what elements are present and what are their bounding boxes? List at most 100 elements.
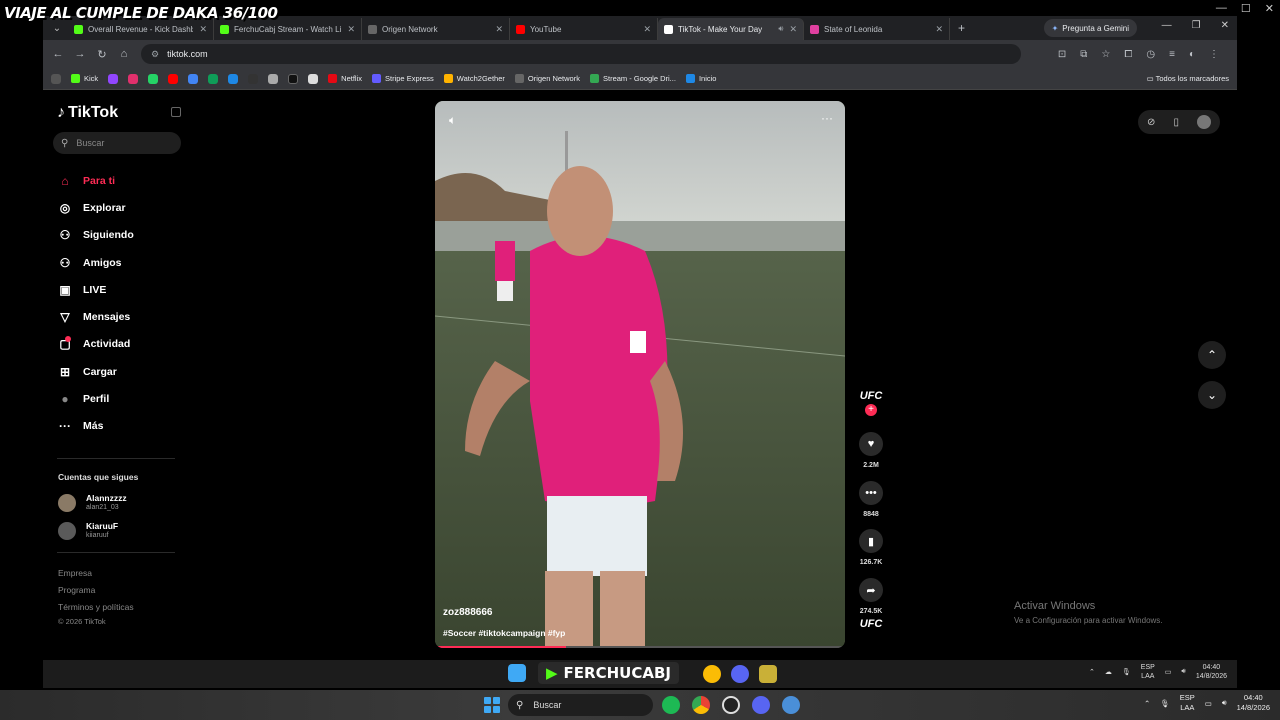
chrome-icon[interactable] xyxy=(703,665,721,683)
close-tab-icon[interactable]: ✕ xyxy=(199,24,207,35)
speaker-icon[interactable]: 🔊︎ xyxy=(778,24,783,34)
sidebar-item-actividad[interactable]: ▢ Actividad xyxy=(57,331,187,358)
tiktok-icon[interactable] xyxy=(288,73,299,84)
drive-icon[interactable] xyxy=(188,73,199,84)
chevron-up-icon[interactable]: ⌃ xyxy=(1089,668,1095,676)
whatsapp-icon[interactable] xyxy=(148,73,159,84)
media-icon[interactable]: ≡ xyxy=(1169,49,1175,60)
display-icon[interactable]: ▭ xyxy=(1205,699,1212,708)
clock[interactable]: 04:40 14/8/2026 xyxy=(1237,693,1270,713)
back-icon[interactable]: ← xyxy=(47,48,69,60)
account-item[interactable]: KiaruuF kiiaruuf xyxy=(58,521,118,540)
tab-tiktok[interactable]: TikTok - Make Your Day 🔊︎ ✕ xyxy=(658,18,804,40)
sidebar-item-mensajes[interactable]: ▽ Mensajes xyxy=(57,303,187,330)
settings-icon[interactable] xyxy=(782,696,800,714)
chrome-icon[interactable] xyxy=(692,696,710,714)
like-button[interactable]: ♥ 2.2M xyxy=(853,432,889,469)
tab-state-of-leonida[interactable]: State of Leonida ✕ xyxy=(804,18,950,40)
sidebar-item-live[interactable]: ▣ LIVE xyxy=(57,276,187,303)
windows-start-icon[interactable] xyxy=(508,664,526,682)
minimize-icon[interactable]: — xyxy=(1216,2,1227,15)
device-icon[interactable]: ▯ xyxy=(1173,117,1179,128)
new-tab-icon[interactable]: + xyxy=(958,21,965,35)
bookmark-icon[interactable] xyxy=(308,73,319,84)
language-indicator[interactable]: ESP LAA xyxy=(1180,693,1195,713)
cloud-icon[interactable]: ☁ xyxy=(1105,668,1112,676)
gemini-button[interactable]: ✦ Pregunta a Gemini xyxy=(1043,19,1137,37)
minimize-icon[interactable]: — xyxy=(1162,20,1172,31)
windows-start-icon[interactable] xyxy=(484,697,500,713)
bookmark-origen[interactable]: Origen Network xyxy=(514,74,580,83)
menu-icon[interactable]: ⋮ xyxy=(1209,49,1219,60)
footer-link-terminos[interactable]: Términos y políticas xyxy=(58,602,134,612)
extensions-icon[interactable]: ⧠ xyxy=(1124,49,1132,60)
tab-youtube[interactable]: YouTube ✕ xyxy=(510,18,658,40)
obs-icon[interactable] xyxy=(722,696,740,714)
all-bookmarks[interactable]: ▭ Todos los marcadores xyxy=(1147,74,1229,83)
close-icon[interactable]: ✕ xyxy=(1265,2,1274,15)
discord-icon[interactable] xyxy=(731,665,749,683)
video-hashtags[interactable]: #Soccer #tiktokcampaign #fyp xyxy=(443,628,565,638)
sidebar-item-siguiendo[interactable]: ⚇ Siguiendo xyxy=(57,222,187,249)
comment-button[interactable]: ••• 8848 xyxy=(853,481,889,518)
sidebar-item-amigos[interactable]: ⚇ Amigos xyxy=(57,249,187,276)
avatar[interactable] xyxy=(1196,115,1211,129)
sheets-icon[interactable] xyxy=(208,73,219,84)
tab-origen-network[interactable]: Origen Network ✕ xyxy=(362,18,510,40)
clock[interactable]: 04:40 14/8/2026 xyxy=(1196,663,1227,681)
share-button[interactable]: ➦ 274.5K xyxy=(853,578,889,615)
reload-icon[interactable]: ↻ xyxy=(91,48,113,61)
bookmark-google-drive[interactable]: Stream - Google Dri... xyxy=(589,74,676,83)
mic-icon[interactable]: 🎙︎ xyxy=(1122,668,1131,676)
sidebar-item-explorar[interactable]: ◎ Explorar xyxy=(57,194,187,221)
spotify-icon[interactable] xyxy=(662,696,680,714)
video-player[interactable]: 🔈︎ ··· zoz888666 #Soccer #tiktokcampaign… xyxy=(435,101,845,648)
more-options-icon[interactable]: ··· xyxy=(821,111,833,125)
search-input[interactable]: ⚲ Buscar xyxy=(53,132,181,154)
bookmark-stripe[interactable]: Stripe Express xyxy=(372,74,434,83)
sidebar-item-cargar[interactable]: ⊞ Cargar xyxy=(57,358,187,385)
collapse-sidebar-icon[interactable] xyxy=(171,107,181,117)
restore-icon[interactable]: ❐ xyxy=(1192,20,1201,31)
twitch-icon[interactable] xyxy=(108,73,119,84)
youtube-icon[interactable] xyxy=(168,73,179,84)
instagram-icon[interactable] xyxy=(128,73,139,84)
save-button[interactable]: ▮ 126.7K xyxy=(853,529,889,566)
footer-link-empresa[interactable]: Empresa xyxy=(58,568,92,578)
history-icon[interactable]: ◷ xyxy=(1146,49,1155,60)
sidebar-item-mas[interactable]: ··· Más xyxy=(57,413,187,440)
star-icon[interactable]: ☆ xyxy=(1101,49,1110,60)
language-indicator[interactable]: ESP LAA xyxy=(1141,663,1155,681)
bookmark-inicio[interactable]: Inicio xyxy=(685,74,716,83)
compass-icon[interactable]: ⊘ xyxy=(1147,117,1155,128)
app-icon[interactable] xyxy=(759,665,777,683)
close-tab-icon[interactable]: ✕ xyxy=(347,24,355,35)
sidebar-item-para-ti[interactable]: ⌂ Para ti xyxy=(57,167,187,194)
forward-icon[interactable]: → xyxy=(69,48,91,60)
address-bar[interactable]: ⚙ tiktok.com xyxy=(141,44,1021,64)
sidebar-item-perfil[interactable]: ● Perfil xyxy=(57,385,187,412)
video-progress-bar[interactable] xyxy=(435,646,845,648)
cast-icon[interactable]: ⧉ xyxy=(1080,49,1087,60)
tiktok-logo[interactable]: ♪ TikTok xyxy=(57,104,118,122)
close-tab-icon[interactable]: ✕ xyxy=(643,24,651,35)
chat-icon[interactable] xyxy=(268,73,279,84)
volume-icon[interactable]: 🔈︎ xyxy=(449,113,456,128)
follow-plus-icon[interactable]: + xyxy=(865,404,877,416)
taskbar-search-input[interactable]: ⚲ Buscar xyxy=(508,694,653,716)
mic-icon[interactable]: 🎙︎ xyxy=(1160,699,1170,708)
discord-icon[interactable] xyxy=(752,696,770,714)
site-info-icon[interactable]: ⚙ xyxy=(151,49,159,60)
display-icon[interactable]: ▭ xyxy=(1165,668,1172,676)
close-tab-icon[interactable]: ✕ xyxy=(789,24,797,35)
bookmark-watch2gether[interactable]: Watch2Gether xyxy=(443,74,505,83)
previous-video-button[interactable]: ⌃ xyxy=(1198,341,1226,369)
volume-icon[interactable]: 🔊︎ xyxy=(1181,668,1185,676)
video-username[interactable]: zoz888666 xyxy=(443,607,492,618)
close-tab-icon[interactable]: ✕ xyxy=(495,24,503,35)
account-item[interactable]: Alannzzzz alan21_03 xyxy=(58,493,127,512)
home-icon[interactable]: ⌂ xyxy=(113,48,135,60)
profile-icon[interactable]: ◐ xyxy=(1189,49,1195,60)
close-icon[interactable]: ✕ xyxy=(1221,20,1229,31)
next-video-button[interactable]: ⌄ xyxy=(1198,381,1226,409)
